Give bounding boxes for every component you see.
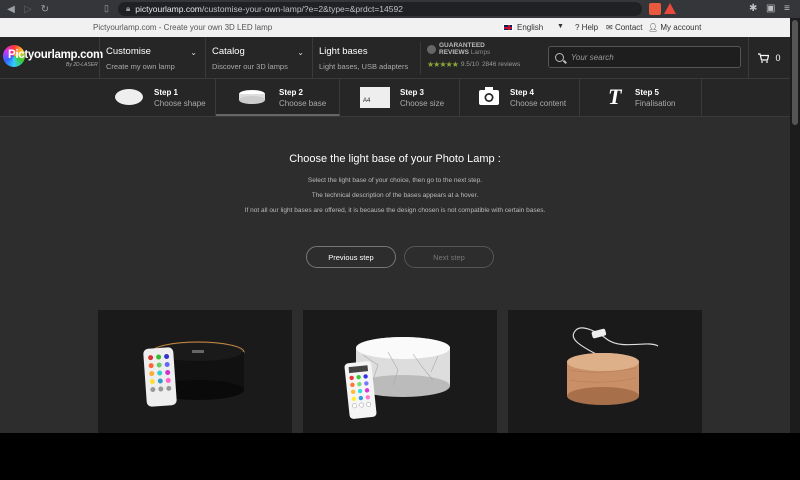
forward-icon[interactable]: ▷: [19, 0, 37, 18]
extensions-icon[interactable]: ✱: [749, 3, 757, 14]
uk-flag-icon: [503, 24, 513, 31]
lock-icon: 🔒︎: [126, 4, 131, 13]
page-scrollbar[interactable]: [790, 18, 800, 433]
menu-light-bases[interactable]: Light bases Light bases, USB adapters: [312, 37, 420, 78]
contact-link[interactable]: ✉ Contact: [606, 23, 643, 32]
rating-stars-icon: ★★★★★: [427, 60, 459, 69]
rewards-triangle-icon[interactable]: [664, 3, 676, 14]
step-description: Finalisation: [635, 99, 676, 108]
address-bar[interactable]: 🔒︎ pictyourlamp.com/customise-your-own-l…: [118, 2, 642, 16]
language-selector[interactable]: English: [503, 23, 543, 32]
camera-icon: [479, 87, 499, 105]
base-icon: [239, 90, 265, 104]
back-icon[interactable]: ◀: [2, 0, 20, 18]
text-t-icon: T: [608, 84, 622, 109]
chevron-down-icon: ⌄: [190, 48, 197, 57]
step-5-finalisation[interactable]: T Step 5 Finalisation: [580, 79, 702, 116]
logo-subtext: By 2D-LASER: [66, 62, 98, 68]
search-icon[interactable]: [555, 52, 564, 62]
chevron-down-icon[interactable]: ▼: [557, 23, 564, 30]
step-1-shape[interactable]: Step 1 Choose shape: [98, 79, 216, 116]
url-text: pictyourlamp.com/customise-your-own-lamp…: [135, 4, 403, 14]
url-host: pictyourlamp.com: [135, 4, 202, 14]
contact-label: Contact: [614, 23, 643, 32]
reviews-badge-text: GUARANTEED REVIEWS Lamps: [439, 42, 490, 56]
step-description: Choose size: [400, 99, 445, 108]
reviews-rating: ★★★★★ 9.5/10 2846 reviews: [427, 60, 540, 69]
menu-customise[interactable]: Customise Create my own lamp ⌄: [99, 37, 205, 78]
white-base-image: [344, 337, 450, 419]
step-name: Step 2: [279, 88, 304, 97]
reload-icon[interactable]: ↻: [36, 0, 54, 18]
step-description: Choose base: [279, 99, 327, 108]
instruction-line: Select the light base of your choice, th…: [307, 177, 483, 184]
a4-label: A4: [363, 98, 371, 104]
reviews-logo-icon: [427, 44, 436, 54]
reviews-badge-line1: GUARANTEED: [439, 42, 485, 49]
language-label: English: [517, 23, 544, 32]
step-2-base[interactable]: Step 2 Choose base: [216, 79, 340, 116]
next-step-button[interactable]: Next step: [404, 246, 494, 268]
reviews-count: 2846 reviews: [481, 61, 521, 68]
reviews-brand: Lamps: [470, 49, 491, 56]
reviews-badge-line2: REVIEWS: [439, 49, 469, 56]
guaranteed-reviews-badge: GUARANTEED REVIEWS Lamps: [427, 42, 540, 56]
black-base-image: [143, 341, 245, 407]
site-logo[interactable]: Pictyourlamp.com By 2D-LASER: [3, 42, 103, 72]
browser-toolbar: ◀ ▷ ↻ ▯ 🔒︎ pictyourlamp.com/customise-yo…: [0, 0, 800, 18]
menu-title: Light bases: [319, 46, 368, 57]
step-3-size[interactable]: A4 Step 3 Choose size: [340, 79, 460, 116]
step-description: Choose content: [510, 99, 567, 108]
site-header: Pictyourlamp.com By 2D-LASER Customise C…: [0, 37, 790, 79]
logo-text: Pictyourlamp.com: [8, 49, 103, 61]
site-tagline: Pictyourlamp.com - Create your own 3D LE…: [93, 23, 273, 32]
help-link[interactable]: ? Help: [575, 23, 598, 32]
account-link[interactable]: 👤︎ My account: [648, 23, 701, 32]
cart-button[interactable]: 0: [748, 37, 790, 78]
help-label: Help: [581, 23, 599, 32]
menu-icon[interactable]: ≡: [784, 3, 790, 14]
step-name: Step 4: [510, 88, 535, 97]
previous-step-button[interactable]: Previous step: [306, 246, 396, 268]
cart-count: 0: [775, 52, 781, 63]
page-title: Choose the light base of your Photo Lamp…: [289, 153, 501, 165]
step-4-content[interactable]: Step 4 Choose content: [460, 79, 580, 116]
menu-subtitle: Discover our 3D lamps: [212, 62, 288, 71]
step-description: Choose shape: [154, 99, 206, 108]
step-name: Step 5: [635, 88, 660, 97]
menu-subtitle: Create my own lamp: [106, 62, 175, 71]
a4-paper-icon: A4: [360, 87, 390, 108]
screen-bottom-area: [0, 433, 800, 480]
menu-subtitle: Light bases, USB adapters: [319, 62, 409, 71]
reviews-score: 9.5/10: [460, 61, 479, 68]
step-name: Step 3: [400, 88, 425, 97]
url-path: /customise-your-own-lamp/?e=2&type=&prdc…: [201, 4, 403, 14]
search-box[interactable]: [548, 46, 741, 68]
account-label: My account: [660, 23, 702, 32]
step-navigation: Step 1 Choose shape Step 2 Choose base A…: [0, 79, 790, 117]
wood-base-image: [567, 327, 659, 405]
bookmark-icon[interactable]: ▯: [104, 3, 109, 14]
instruction-line: The technical description of the bases a…: [311, 192, 479, 199]
top-info-bar: Pictyourlamp.com - Create your own 3D LE…: [0, 18, 790, 37]
window-icon[interactable]: ▣: [766, 3, 775, 14]
shape-icon: [115, 89, 143, 105]
main-content: Choose the light base of your Photo Lamp…: [0, 117, 790, 433]
light-base-card-black[interactable]: [98, 310, 292, 433]
brave-shield-icon[interactable]: [649, 3, 661, 15]
reviews-widget[interactable]: GUARANTEED REVIEWS Lamps ★★★★★ 9.5/10 284…: [420, 42, 540, 74]
menu-catalog[interactable]: Catalog Discover our 3D lamps ⌄: [205, 37, 312, 78]
scrollbar-thumb[interactable]: [792, 20, 798, 125]
light-base-card-wood[interactable]: [508, 310, 702, 433]
chevron-down-icon: ⌄: [297, 48, 304, 57]
light-base-card-white[interactable]: [303, 310, 497, 433]
instruction-line: If not all our light bases are offered, …: [244, 207, 546, 214]
cart-icon: [758, 52, 770, 63]
search-input[interactable]: [571, 52, 731, 62]
step-name: Step 1: [154, 88, 179, 97]
